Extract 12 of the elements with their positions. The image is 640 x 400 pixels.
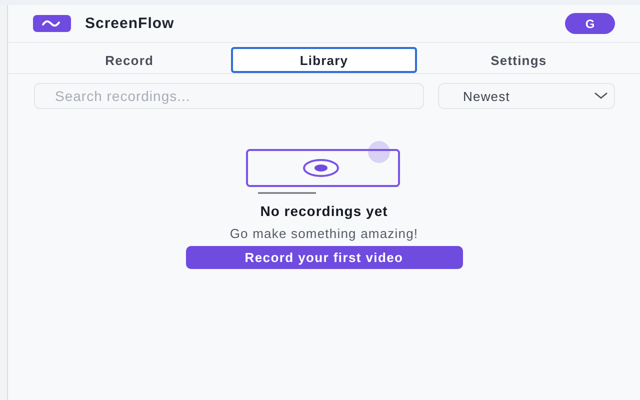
app-name: ScreenFlow bbox=[85, 15, 174, 32]
avatar-button[interactable]: G bbox=[565, 13, 615, 34]
sort-dropdown[interactable]: Newest bbox=[438, 83, 615, 109]
chevron-down-icon bbox=[594, 92, 608, 100]
empty-title: No recordings yet bbox=[260, 203, 388, 219]
record-button[interactable]: Record your first video bbox=[186, 246, 462, 269]
search-field[interactable]: Search recordings... bbox=[34, 83, 424, 109]
tab[interactable]: Settings bbox=[425, 47, 612, 73]
empty-subtitle: Go make something amazing! bbox=[230, 226, 418, 241]
wave-logo-icon bbox=[33, 15, 71, 32]
tab[interactable]: Library bbox=[230, 47, 418, 73]
tab[interactable]: Record bbox=[36, 47, 223, 73]
